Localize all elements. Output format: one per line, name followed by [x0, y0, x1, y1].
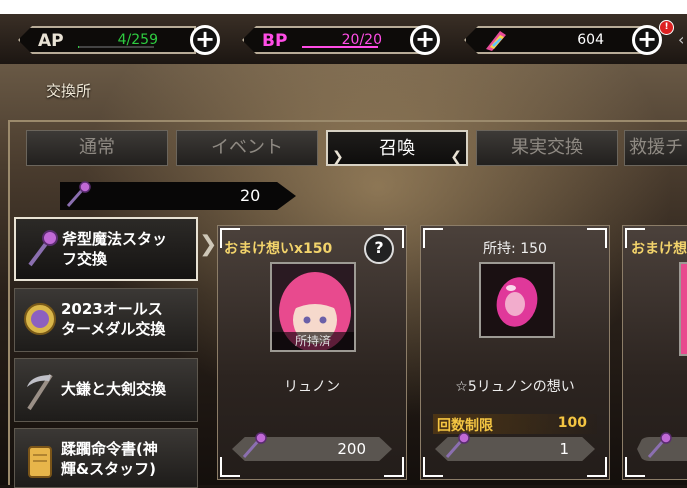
wand-icon: [443, 431, 471, 463]
bp-label: BP: [262, 31, 288, 51]
resource-bar: AP 4/259 + BP 20/20 + 604 + ! ‹: [0, 14, 687, 64]
bp-fill-bar: [302, 46, 378, 48]
currency-bar: 20: [60, 182, 296, 210]
wand-icon: [240, 431, 268, 463]
card-corner-ornament: [587, 457, 607, 477]
gem-plus-button[interactable]: +: [632, 25, 662, 55]
category-line2: ターメダル交換: [61, 320, 166, 338]
tab-fruit-exchange[interactable]: 果実交換: [476, 130, 618, 166]
gem-gauge: 604: [464, 26, 642, 54]
page-title: 交換所: [46, 82, 92, 100]
owned-badge: 所持済: [272, 332, 354, 350]
ap-label: AP: [38, 31, 64, 51]
tab-event[interactable]: イベント: [176, 130, 318, 166]
next-arrow-icon[interactable]: ‹: [678, 30, 684, 49]
ap-gauge: AP 4/259: [18, 26, 196, 54]
crystal-icon: [482, 29, 508, 54]
category-line1: 蹂躙命令書(神: [61, 440, 158, 458]
soul-gem-image: [479, 262, 555, 338]
category-scythe-sword[interactable]: 大鎌と大剣交換: [14, 358, 198, 422]
category-line1: 斧型魔法スタッ: [62, 230, 168, 248]
tab-right-marker-icon: ❮: [450, 149, 462, 165]
owned-count: 所持: 150: [483, 241, 547, 257]
wand-icon: [645, 431, 673, 463]
exchange-card-partial[interactable]: おまけ想: [622, 225, 687, 480]
wand-icon: [64, 180, 92, 208]
category-allstar-medal[interactable]: 2023オールス ターメダル交換: [14, 288, 198, 352]
card-corner-ornament: [423, 457, 443, 477]
character-portrait: [679, 262, 687, 356]
category-axe-staff[interactable]: 斧型魔法スタッ フ交換: [14, 217, 198, 281]
scroll-icon: [23, 441, 57, 485]
category-line1: 大鎌と大剣交換: [61, 380, 167, 398]
selected-arrow-icon: ❯: [199, 232, 218, 257]
ap-plus-button[interactable]: +: [190, 25, 220, 55]
category-line1: 2023オールス: [61, 300, 163, 318]
card-item-name: ☆5リュノンの想い: [455, 379, 575, 395]
tab-event-label: イベント: [211, 137, 283, 158]
top-margin: [0, 0, 687, 14]
tab-fruit-exchange-label: 果実交換: [511, 137, 583, 158]
tab-summon-label: 召喚: [379, 138, 415, 159]
exchange-card-ryunon-soul[interactable]: 所持: 150 ☆5リュノンの想い 回数制限 100 1: [420, 225, 610, 480]
limit-value: 100: [557, 415, 587, 431]
card-item-name: リュノン: [284, 379, 340, 395]
price-value: 200: [337, 440, 366, 458]
card-corner-ornament: [384, 457, 404, 477]
category-line2: フ交換: [62, 250, 108, 268]
ap-fill-bar: [78, 46, 154, 48]
tab-normal[interactable]: 通常: [26, 130, 168, 166]
tab-rescue[interactable]: 救援チ: [624, 130, 687, 166]
help-button[interactable]: ?: [364, 234, 394, 264]
tab-rescue-label: 救援チ: [629, 137, 683, 158]
bp-plus-button[interactable]: +: [410, 25, 440, 55]
character-portrait: 所持済: [270, 262, 356, 352]
card-corner-ornament: [625, 457, 645, 477]
scythe-icon: [23, 371, 57, 415]
tab-summon[interactable]: ❯ 召喚 ❮: [326, 130, 468, 166]
card-corner-ornament: [220, 457, 240, 477]
category-trample-orders[interactable]: 蹂躙命令書(神 輝&スタッフ): [14, 428, 198, 488]
gem-value: 604: [577, 32, 604, 48]
exchange-card-ryunon[interactable]: おまけ想いx150 ? 所持済 リュノン 200: [217, 225, 407, 480]
notification-badge: !: [659, 20, 674, 35]
currency-value: 20: [240, 186, 261, 205]
price-value: 1: [559, 440, 569, 458]
bp-gauge: BP 20/20: [242, 26, 420, 54]
wand-icon: [24, 229, 58, 273]
medal-icon: [23, 301, 57, 341]
tab-normal-label: 通常: [79, 137, 115, 158]
card-bonus-header: おまけ想: [631, 241, 687, 257]
tab-left-marker-icon: ❯: [332, 149, 344, 165]
category-line2: 輝&スタッフ): [61, 460, 156, 478]
